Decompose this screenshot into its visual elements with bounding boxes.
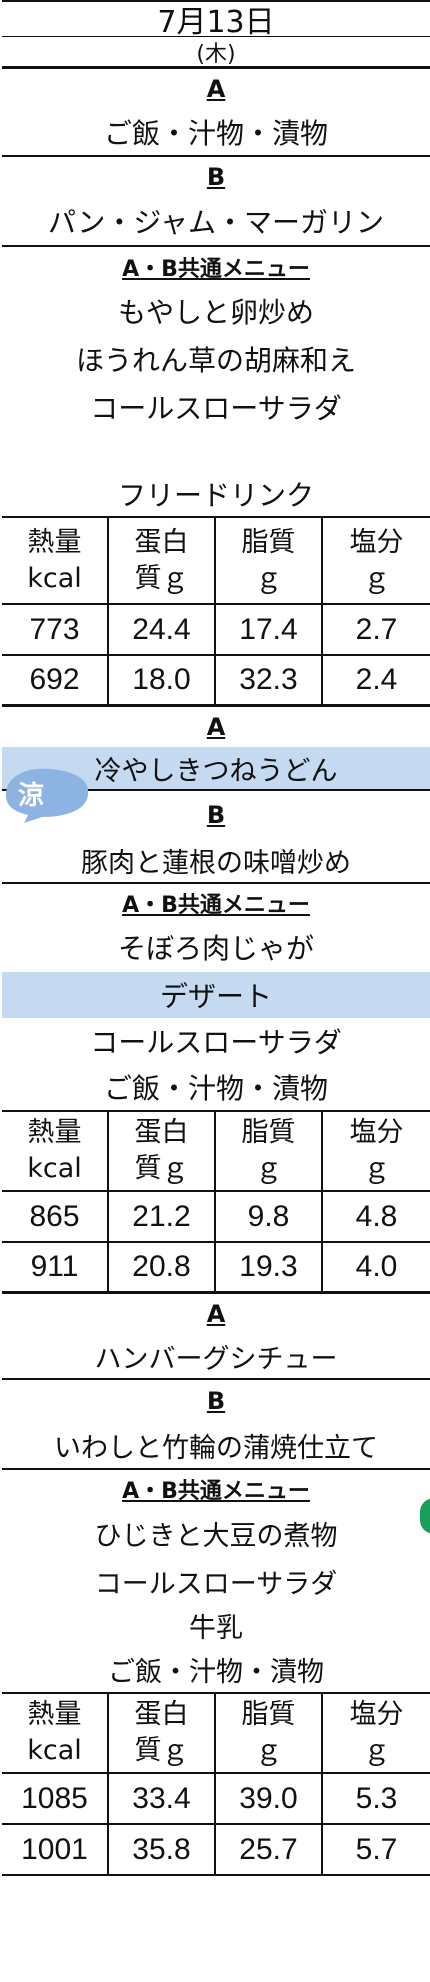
value-cell: 911 [2,1243,109,1294]
value-cell: 4.8 [323,1192,430,1243]
value-cell: 39.0 [216,1774,323,1825]
common-item: コールスローサラダ [90,392,342,425]
header-salt: 塩分 ｇ [323,1112,430,1192]
common-item: もやしと卵炒め [117,296,314,329]
common-item: そぼろ肉じゃが [117,932,314,965]
header-protein: 蛋白 質ｇ [109,518,216,605]
header-protein-text: 蛋白 質ｇ [134,526,189,594]
header-fat: 脂質 ｇ [216,1694,323,1774]
common-item-dessert: デザート [2,972,430,1018]
day1-section: A ご飯・汁物・漬物 B パン・ジャム・マーガリン A・B共通メニュー もやしと… [2,69,430,707]
set-a-label: A [206,713,226,741]
set-a-label: A [206,75,226,103]
header-energy-text: 熱量 kcal [27,1117,82,1184]
header-fat: 脂質 ｇ [216,518,323,605]
common-item: 牛乳 [189,1612,243,1644]
nutrition-table: 熱量 kcal 蛋白 質ｇ 脂質 ｇ 塩分 ｇ 1085 33.4 39.0 5… [2,1692,430,1876]
header-fat-text: 脂質 ｇ [241,1117,296,1184]
value-cell: 5.7 [323,1825,430,1876]
value-cell: 1001 [2,1825,109,1876]
value-cell: 773 [2,605,109,656]
header-salt-text: 塩分 ｇ [349,1699,404,1766]
header-energy: 熱量 kcal [2,1112,109,1192]
common-item: ご飯・汁物・漬物 [103,1072,328,1105]
set-b-item: いわしと竹輪の蒲焼仕立て [2,1422,430,1470]
value-cell: 21.2 [109,1192,216,1243]
value-cell: 9.8 [216,1192,323,1243]
value-cell: 2.4 [323,656,430,707]
value-cell: 5.3 [323,1774,430,1825]
header-energy-text: 熱量 kcal [27,526,82,594]
header-salt-text: 塩分 ｇ [349,1117,404,1184]
free-drink: フリードリンク [117,478,314,512]
header-protein: 蛋白 質ｇ [109,1112,216,1192]
header-fat-text: 脂質 ｇ [241,1699,296,1766]
value-cell: 1085 [2,1774,109,1825]
set-b-label: B [206,163,226,191]
speech-bubble-icon [6,768,89,823]
value-cell: 4.0 [323,1243,430,1294]
header-fat: 脂質 ｇ [216,1112,323,1192]
menu-weekday: (木) [2,37,430,69]
day3-section: A ハンバーグシチュー B いわしと竹輪の蒲焼仕立て A・B共通メニュー ひじき… [2,1294,430,1876]
set-b-label: B [206,1387,226,1415]
nutrition-table: 熱量 kcal 蛋白 質ｇ 脂質 ｇ 塩分 ｇ 865 21.2 9.8 4.8… [2,1110,430,1294]
cool-badge: 涼 [2,765,90,823]
set-b-item: パン・ジャム・マーガリン [2,197,430,247]
cool-badge-text: 涼 [18,781,45,811]
value-cell: 19.3 [216,1243,323,1294]
header-fat-text: 脂質 ｇ [241,526,296,594]
common-menu-label: A・B共通メニュー [122,1479,310,1504]
daily-menu: 7月13日 (木) A ご飯・汁物・漬物 B パン・ジャム・マーガリン A・B共… [2,0,430,1876]
nutrition-table: 熱量 kcal 蛋白 質ｇ 脂質 ｇ 塩分 ｇ 773 24.4 17.4 2.… [2,516,430,707]
header-salt: 塩分 ｇ [323,1694,430,1774]
header-energy: 熱量 kcal [2,518,109,605]
common-item: ほうれん草の胡麻和え [75,344,356,377]
menu-date: 7月13日 [2,0,430,40]
common-item: コールスローサラダ [94,1568,338,1600]
value-cell: 24.4 [109,605,216,656]
value-cell: 35.8 [109,1825,216,1876]
value-cell: 25.7 [216,1825,323,1876]
common-item: ひじきと大豆の煮物 [94,1520,338,1552]
header-energy: 熱量 kcal [2,1694,109,1774]
header-salt-text: 塩分 ｇ [349,526,404,594]
value-cell: 20.8 [109,1243,216,1294]
value-cell: 18.0 [109,656,216,707]
header-salt: 塩分 ｇ [323,518,430,605]
header-protein: 蛋白 質ｇ [109,1694,216,1774]
common-item: コールスローサラダ [90,1026,342,1059]
common-menu-label: A・B共通メニュー [122,257,310,282]
common-item: ご飯・汁物・漬物 [108,1656,324,1688]
value-cell: 692 [2,656,109,707]
set-b-item: 豚肉と蓮根の味噌炒め [2,838,430,884]
header-protein-text: 蛋白 質ｇ [134,1699,189,1766]
header-protein-text: 蛋白 質ｇ [134,1117,189,1184]
common-menu-label: A・B共通メニュー [122,893,310,918]
value-cell: 2.7 [323,605,430,656]
set-a-label: A [206,1300,226,1328]
set-a-item: ハンバーグシチュー [2,1334,430,1380]
value-cell: 17.4 [216,605,323,656]
value-cell: 32.3 [216,656,323,707]
value-cell: 865 [2,1192,109,1243]
value-cell: 33.4 [109,1774,216,1825]
set-a-item: ご飯・汁物・漬物 [2,109,430,157]
header-energy-text: 熱量 kcal [27,1699,82,1766]
